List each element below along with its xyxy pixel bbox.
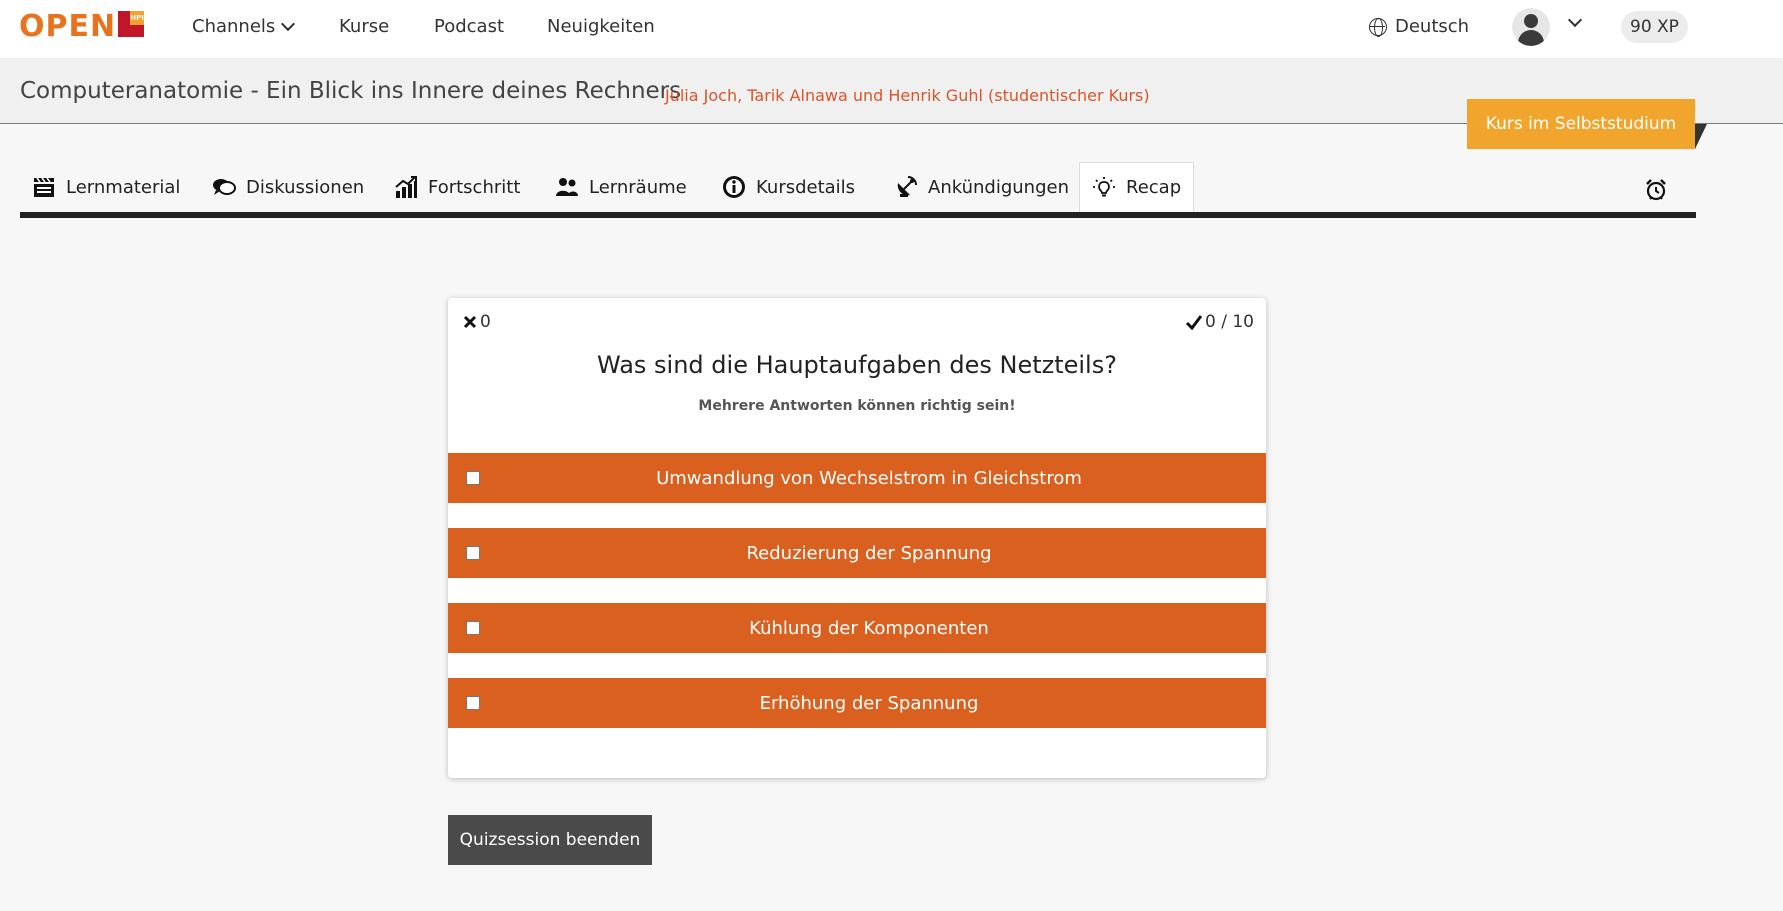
logo-badge: HPI <box>118 11 145 37</box>
tab-label: Lernmaterial <box>66 176 181 198</box>
quiz-question: Was sind die Hauptaufgaben des Netzteils… <box>597 351 1117 379</box>
tab-lernraeume[interactable]: Lernräume <box>543 162 699 212</box>
tab-kursdetails[interactable]: Kursdetails <box>710 162 867 212</box>
tab-label: Fortschritt <box>428 176 521 198</box>
wrong-count: 0 <box>480 312 491 332</box>
answer-checkbox[interactable] <box>466 621 480 635</box>
xp-badge[interactable]: 90 XP <box>1621 11 1688 43</box>
satellite-dish-icon <box>897 176 917 197</box>
answer-text: Erhöhung der Spannung <box>759 692 979 714</box>
nav-channels-label: Channels <box>192 16 276 37</box>
tab-label: Ankündigungen <box>928 176 1069 198</box>
answer-option[interactable]: Kühlung der Komponenten <box>448 603 1266 653</box>
tab-label: Recap <box>1126 177 1182 198</box>
tab-ankuendigungen[interactable]: Ankündigungen <box>882 162 1081 212</box>
answer-option[interactable]: Erhöhung der Spannung <box>448 678 1266 728</box>
tab-recap[interactable]: Recap <box>1079 162 1195 212</box>
speech-bubbles-icon <box>213 179 236 195</box>
correct-answers-counter: 0 / 10 <box>1185 312 1254 332</box>
tab-label: Kursdetails <box>756 176 856 198</box>
correct-progress: 0 / 10 <box>1205 312 1254 332</box>
quiz-hint: Mehrere Antworten können richtig sein! <box>698 398 1016 414</box>
nav-kurse-link[interactable]: Kurse <box>339 16 389 37</box>
answer-text: Reduzierung der Spannung <box>746 542 992 564</box>
clapperboard-icon <box>34 177 54 197</box>
user-avatar[interactable] <box>1512 8 1550 46</box>
tab-label: Lernräume <box>589 176 687 198</box>
cross-icon <box>463 315 477 329</box>
course-title: Computeranatomie - Ein Blick ins Innere … <box>20 78 682 104</box>
alarm-clock-icon[interactable] <box>1644 178 1668 202</box>
people-icon <box>556 178 578 196</box>
chart-icon <box>395 176 417 198</box>
lightbulb-icon <box>1093 176 1115 196</box>
top-navbar: OPEN HPI Channels Kurse Podcast Neuigkei… <box>0 0 1783 58</box>
language-selector[interactable]: Deutsch <box>1369 16 1469 37</box>
wrong-answers-counter: 0 <box>462 312 491 332</box>
end-quiz-session-button[interactable]: Quizsession beenden <box>448 815 652 865</box>
tab-label: Diskussionen <box>246 176 365 198</box>
quiz-card: 0 0 / 10 Was sind die Hauptaufgaben des … <box>448 298 1266 778</box>
language-label: Deutsch <box>1395 16 1470 37</box>
answer-checkbox[interactable] <box>466 696 480 710</box>
info-icon <box>723 176 745 198</box>
self-study-badge[interactable]: Kurs im Selbststudium <box>1467 99 1695 149</box>
answer-checkbox[interactable] <box>466 546 480 560</box>
logo-text: OPEN <box>19 9 117 44</box>
course-tabs: Lernmaterial Diskussionen Fortschritt Le… <box>20 162 1696 218</box>
openhpi-logo[interactable]: OPEN HPI <box>19 9 145 44</box>
tab-diskussionen[interactable]: Diskussionen <box>200 162 376 212</box>
answer-text: Kühlung der Komponenten <box>749 617 989 639</box>
user-menu-chevron-icon[interactable] <box>1567 12 1583 28</box>
checkmark-icon <box>1185 315 1203 330</box>
course-authors: Julia Joch, Tarik Alnawa und Henrik Guhl… <box>665 86 1150 105</box>
answer-option[interactable]: Umwandlung von Wechselstrom in Gleichstr… <box>448 453 1266 503</box>
answer-text: Umwandlung von Wechselstrom in Gleichstr… <box>656 467 1082 489</box>
tab-lernmaterial[interactable]: Lernmaterial <box>20 162 192 212</box>
answer-option[interactable]: Reduzierung der Spannung <box>448 528 1266 578</box>
nav-podcast-link[interactable]: Podcast <box>434 16 504 37</box>
nav-neuigkeiten-link[interactable]: Neuigkeiten <box>547 16 655 37</box>
tab-fortschritt[interactable]: Fortschritt <box>382 162 532 212</box>
nav-channels-dropdown[interactable]: Channels <box>192 16 296 37</box>
globe-icon <box>1369 17 1387 37</box>
chevron-down-icon <box>281 16 296 32</box>
self-study-badge-tail <box>1695 124 1707 149</box>
answer-checkbox[interactable] <box>466 471 480 485</box>
